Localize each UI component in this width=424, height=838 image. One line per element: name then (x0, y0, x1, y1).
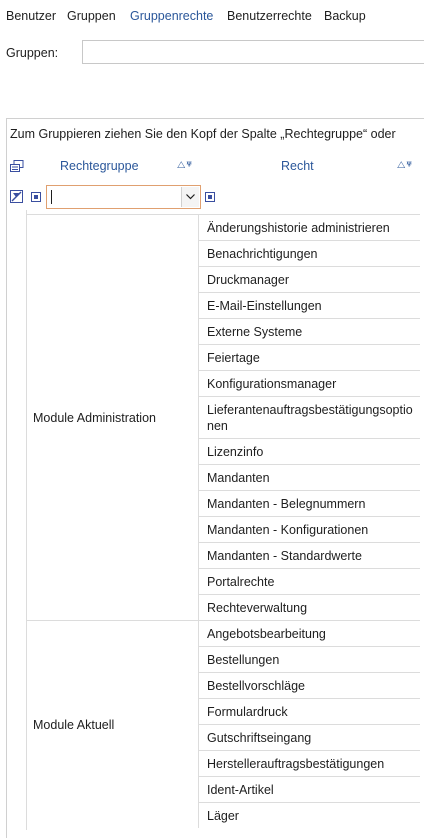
recht-cell: Läger (207, 809, 239, 823)
rechtegruppe-filter-combo[interactable] (46, 185, 201, 209)
gruppen-input[interactable] (82, 40, 424, 64)
table-row[interactable]: E-Mail-Einstellungen (198, 292, 420, 318)
recht-cell: Mandanten (207, 471, 270, 485)
recht-cell: Benachrichtigungen (207, 247, 318, 261)
gruppen-label: Gruppen: (6, 46, 59, 60)
table-row[interactable]: Bestellungen (198, 646, 420, 672)
table-row[interactable]: Externe Systeme (198, 318, 420, 344)
filter-operator-icon[interactable] (205, 192, 215, 202)
table-row[interactable]: Konfigurationsmanager (198, 370, 420, 396)
column-chooser-icon[interactable] (10, 160, 24, 173)
table-row[interactable]: Druckmanager (198, 266, 420, 292)
recht-cell: Portalrechte (207, 575, 275, 589)
table-row[interactable]: Formulardruck (198, 698, 420, 724)
sort-pin-icon[interactable]: △ⱋ (177, 160, 193, 171)
table-row[interactable]: Mandanten - Belegnummern (198, 490, 420, 516)
recht-cell: Externe Systeme (207, 325, 303, 339)
table-row[interactable]: Änderungshistorie administrieren (198, 214, 420, 240)
recht-cell: Rechteverwaltung (207, 601, 308, 615)
recht-cell: Formulardruck (207, 705, 288, 719)
sort-pin-icon[interactable]: △ⱋ (397, 160, 413, 171)
table-row[interactable]: Bestellvorschläge (198, 672, 420, 698)
filter-clear-icon[interactable] (10, 190, 23, 203)
table-row[interactable]: Benachrichtigungen (198, 240, 420, 266)
table-row[interactable]: Mandanten - Konfigurationen (198, 516, 420, 542)
group-name: Module Aktuell (33, 717, 115, 732)
recht-cell: Lizenzinfo (207, 445, 264, 459)
column-header-recht[interactable]: Recht (281, 159, 314, 173)
table-row[interactable]: Läger (198, 802, 420, 828)
table-row[interactable]: Rechteverwaltung (198, 594, 420, 620)
recht-cell: Angebotsbearbeitung (207, 627, 326, 641)
group-cell[interactable]: Module Aktuell (26, 620, 198, 828)
table-row[interactable]: Lizenzinfo (198, 438, 420, 464)
group-name: Module Administration (33, 410, 156, 425)
tab-benutzerrechte[interactable]: Benutzerrechte (227, 9, 312, 23)
recht-cell: Herstellerauftragsbestätigungen (207, 757, 385, 771)
filter-operator-icon[interactable] (31, 192, 41, 202)
table-row[interactable]: Herstellerauftragsbestätigungen (198, 750, 420, 776)
recht-cell: Konfigurationsmanager (207, 377, 337, 391)
table-row[interactable]: Ident-Artikel (198, 776, 420, 802)
group-by-panel: Zum Gruppieren ziehen Sie den Kopf der S… (10, 127, 396, 141)
recht-cell: Druckmanager (207, 273, 289, 287)
text-caret (51, 190, 52, 204)
tab-backup[interactable]: Backup (324, 9, 366, 23)
recht-cell: Ident-Artikel (207, 783, 274, 797)
recht-cell: Mandanten - Belegnummern (207, 497, 366, 511)
recht-cell: Feiertage (207, 351, 260, 365)
column-header-rechtegruppe[interactable]: Rechtegruppe (60, 159, 139, 173)
chevron-down-icon (186, 194, 195, 200)
tab-gruppenrechte[interactable]: Gruppenrechte (130, 9, 213, 23)
recht-cell: Lieferantenauftragsbestätigungsoptionen (207, 403, 413, 433)
recht-cell: Bestellvorschläge (207, 679, 305, 693)
table-row[interactable]: Lieferantenauftragsbestätigungsoptionen (198, 396, 420, 438)
table-row[interactable]: Mandanten (198, 464, 420, 490)
recht-cell: Mandanten - Standardwerte (207, 549, 362, 563)
dropdown-button[interactable] (181, 187, 199, 207)
group-cell[interactable]: Module Administration (26, 214, 198, 620)
table-row[interactable]: Feiertage (198, 344, 420, 370)
tab-benutzer[interactable]: Benutzer (6, 9, 56, 23)
table-row[interactable]: Mandanten - Standardwerte (198, 542, 420, 568)
table-row[interactable]: Angebotsbearbeitung (198, 620, 420, 646)
recht-cell: Änderungshistorie administrieren (207, 221, 390, 235)
recht-cell: Mandanten - Konfigurationen (207, 523, 369, 537)
recht-cell: E-Mail-Einstellungen (207, 299, 322, 313)
table-row[interactable]: Gutschriftseingang (198, 724, 420, 750)
recht-cell: Gutschriftseingang (207, 731, 312, 745)
table-row[interactable]: Portalrechte (198, 568, 420, 594)
tab-bar: Benutzer Gruppen Gruppenrechte Benutzerr… (0, 0, 424, 34)
recht-cell: Bestellungen (207, 653, 280, 667)
tab-gruppen[interactable]: Gruppen (67, 9, 116, 23)
